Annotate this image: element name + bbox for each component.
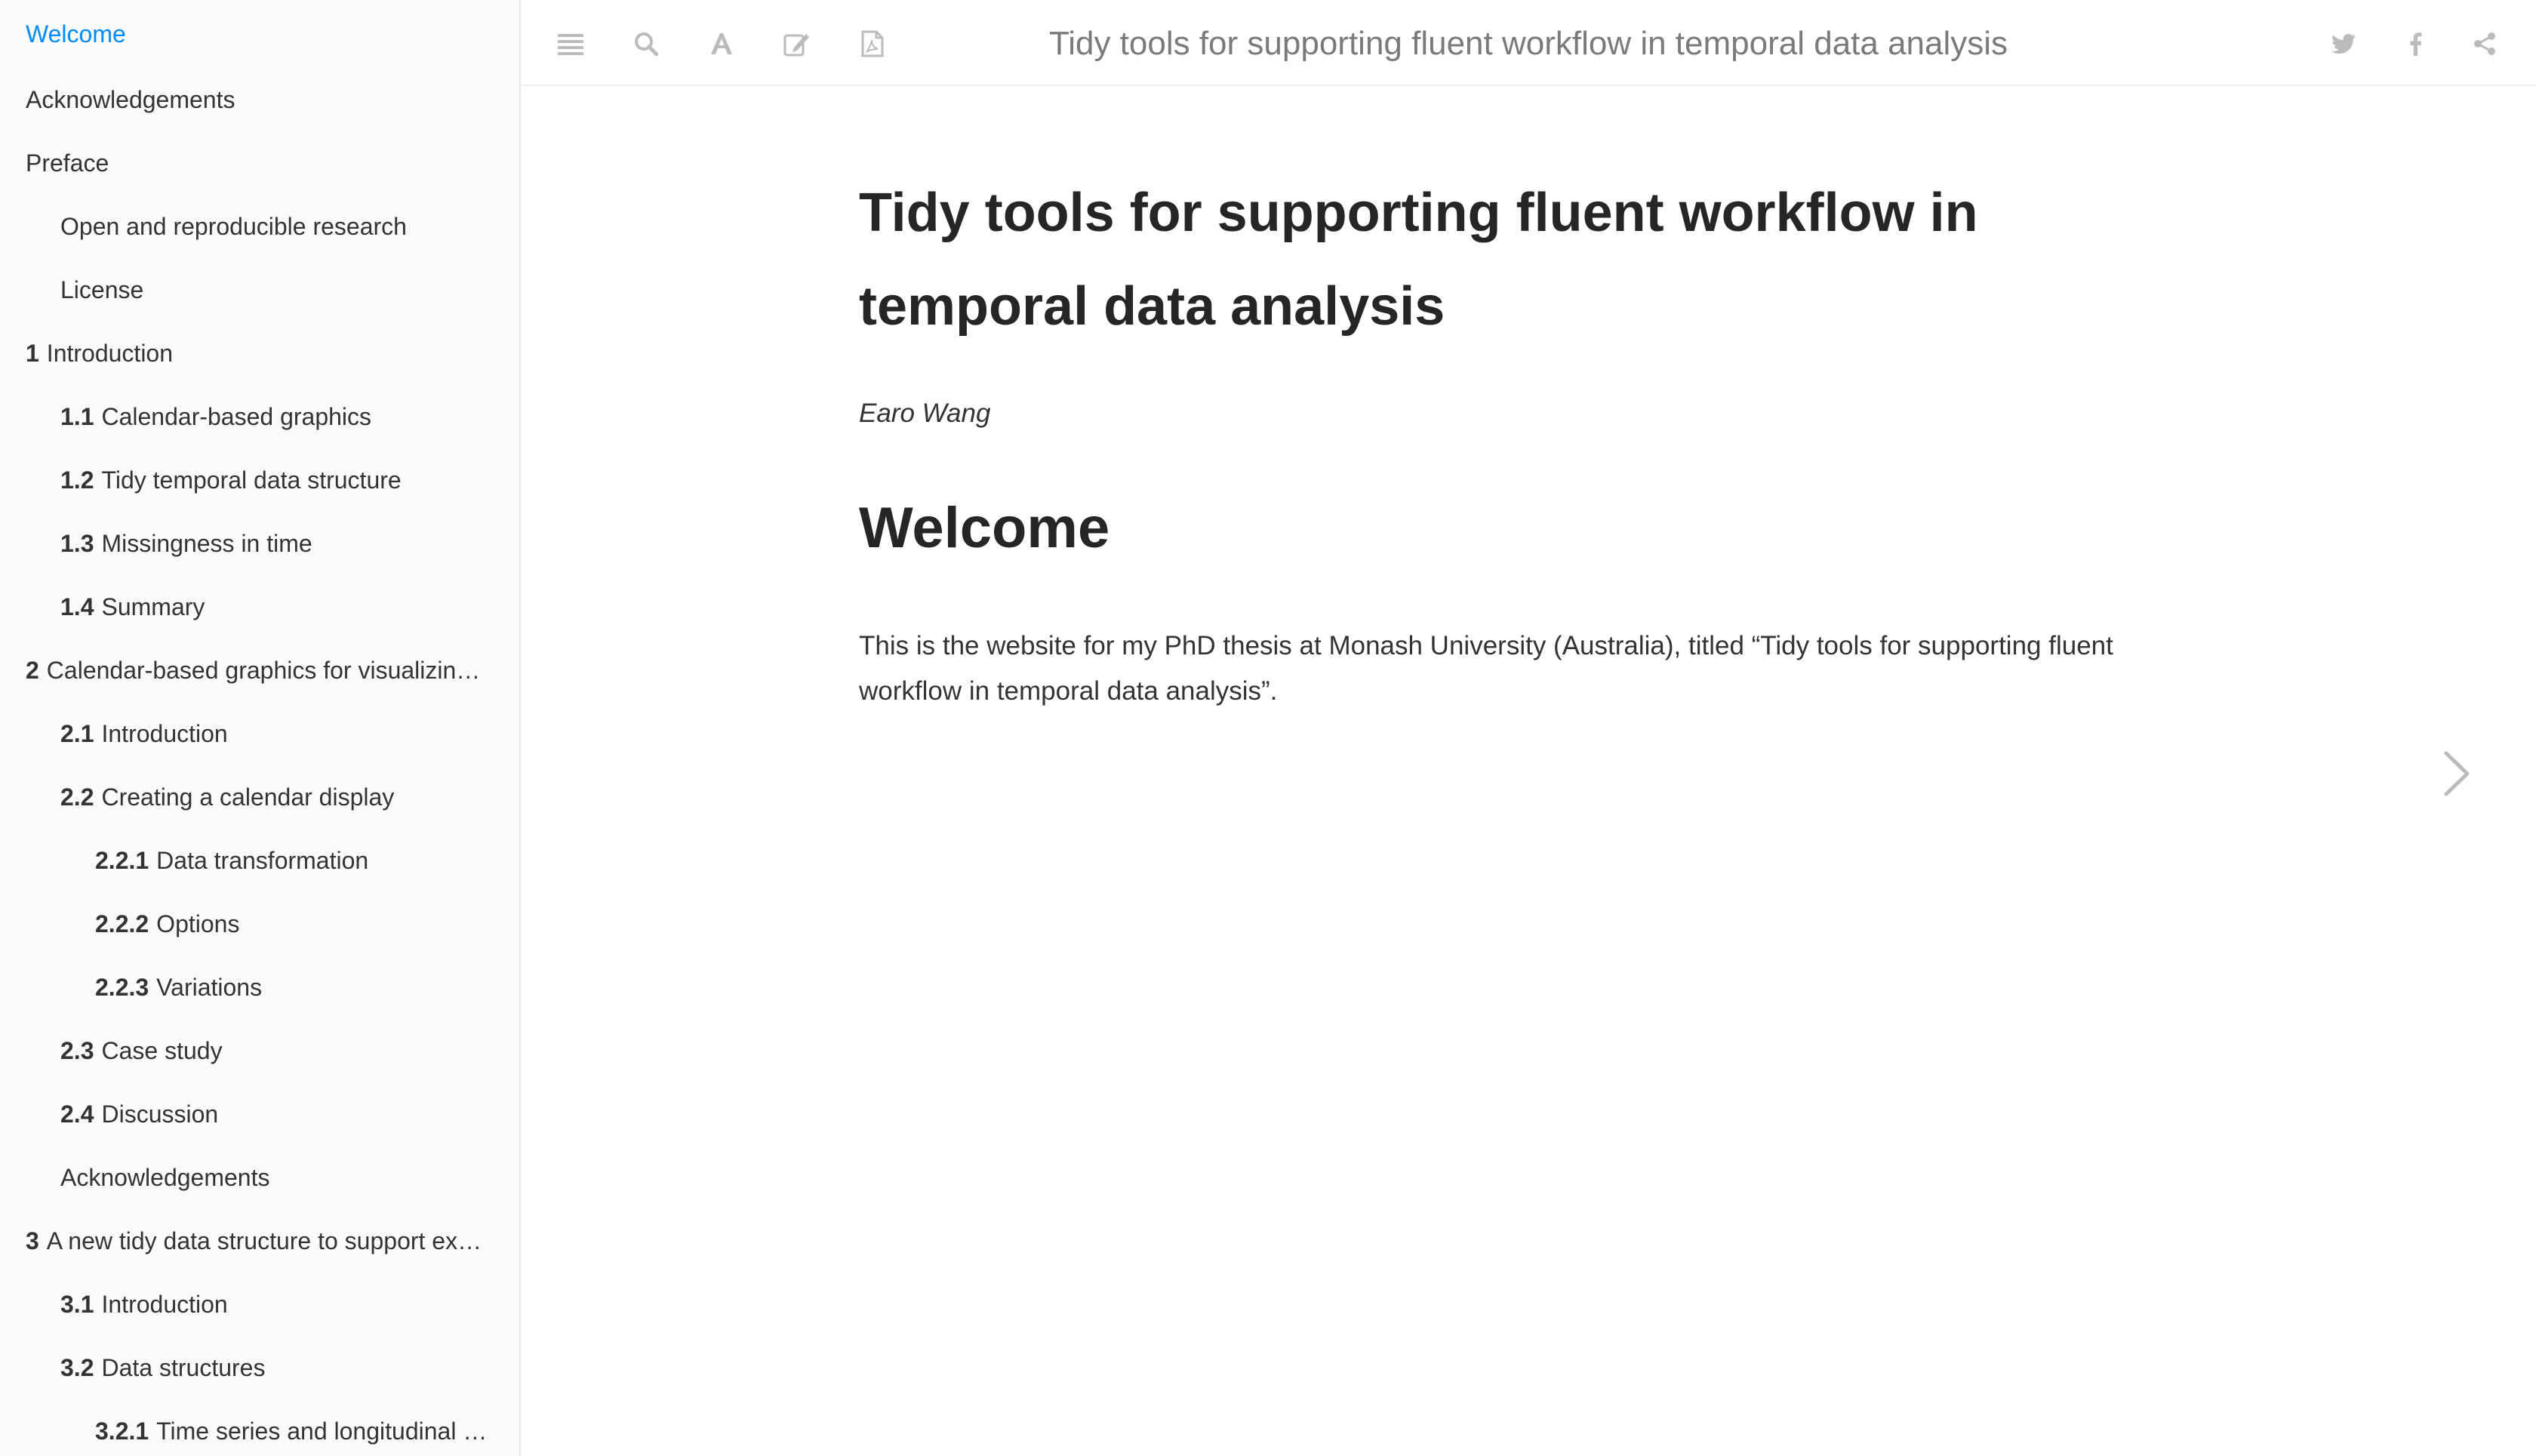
sidebar-item-label: Acknowledgements [26, 86, 235, 113]
sidebar-item[interactable]: 3.1 Introduction [0, 1273, 519, 1336]
sidebar-item-number: 2.4 [60, 1100, 94, 1128]
sidebar-item-label: Data structures [101, 1354, 266, 1381]
sidebar-item-label: Missingness in time [101, 530, 312, 557]
sidebar-item[interactable]: 3.2.1 Time series and longitudinal data [0, 1399, 519, 1456]
sidebar-item[interactable]: Acknowledgements [0, 1146, 519, 1209]
sidebar-item-label: Calendar-based graphics [101, 403, 372, 430]
sidebar-item-label: Introduction [46, 340, 174, 367]
sidebar-item[interactable]: 1.4 Summary [0, 575, 519, 639]
sidebar-item-number: 1 [26, 340, 39, 367]
main-content: Tidy tools for supporting fluent workflo… [859, 166, 2157, 714]
sidebar-item-label: Summary [101, 593, 205, 620]
sidebar-item[interactable]: 2.1 Introduction [0, 702, 519, 765]
sidebar-item-number: 1.4 [60, 593, 94, 620]
sidebar-item-number: 3.1 [60, 1291, 94, 1318]
facebook-icon[interactable] [2393, 21, 2438, 66]
sidebar-item-label: Open and reproducible research [60, 213, 407, 240]
sidebar-item-label: Calendar-based graphics for visualizing … [46, 657, 519, 684]
sidebar-item[interactable]: 2 Calendar-based graphics for visualizing… [0, 639, 519, 702]
sidebar-item[interactable]: 3 A new tidy data structure to support ex… [0, 1209, 519, 1273]
sidebar-item[interactable]: Preface [0, 131, 519, 195]
sidebar-item-number: 2.2.3 [95, 974, 149, 1001]
sidebar-item[interactable]: 2.4 Discussion [0, 1082, 519, 1146]
sidebar-item-number: 2.1 [60, 720, 94, 747]
sidebar-item[interactable]: Welcome [0, 0, 519, 68]
share-icon[interactable] [2462, 21, 2507, 66]
sidebar-item-label: Discussion [101, 1100, 219, 1128]
page-title: Tidy tools for supporting fluent workflo… [859, 183, 1978, 337]
sidebar-item-number: 3 [26, 1227, 39, 1254]
sidebar-item-label: Case study [101, 1037, 223, 1064]
sidebar-item[interactable]: 3.2 Data structures [0, 1336, 519, 1399]
sidebar-item-number: 2 [26, 657, 39, 684]
sidebar-item-number: 2.2.1 [95, 847, 149, 874]
sidebar-item-label: Acknowledgements [60, 1164, 270, 1191]
sidebar-item-number: 3.2 [60, 1354, 94, 1381]
sidebar-item-label: Options [156, 910, 240, 937]
book-title: Tidy tools for supporting fluent workflo… [1048, 25, 2008, 62]
sidebar-item[interactable]: Open and reproducible research [0, 195, 519, 258]
sidebar-item-label: Tidy temporal data structure [101, 466, 402, 494]
sidebar-item-label: Variations [156, 974, 263, 1001]
sidebar-item-number: 3.2.1 [95, 1418, 149, 1445]
sidebar-item[interactable]: 2.2.1 Data transformation [0, 829, 519, 892]
sidebar-item[interactable]: License [0, 258, 519, 322]
sidebar-item-label: Data transformation [156, 847, 369, 874]
sidebar-item-label: Preface [26, 149, 109, 177]
sidebar-item-number: 1.1 [60, 403, 94, 430]
sidebar: Welcome Acknowledgements Preface Open and r… [0, 0, 521, 1456]
sidebar-item[interactable]: 1.3 Missingness in time [0, 512, 519, 575]
sidebar-item-number: 2.2 [60, 783, 94, 811]
sidebar-item[interactable]: 2.2.3 Variations [0, 956, 519, 1019]
table-of-contents: Welcome Acknowledgements Preface Open and r… [0, 0, 519, 1456]
sidebar-item-number: 1.2 [60, 466, 94, 494]
sidebar-item-label: Introduction [101, 1291, 228, 1318]
sidebar-item[interactable]: 2.3 Case study [0, 1019, 519, 1082]
toolbar: Tidy tools for supporting fluent workflo… [521, 0, 2536, 86]
sidebar-item-number: 2.3 [60, 1037, 94, 1064]
sidebar-item[interactable]: 1.2 Tidy temporal data structure [0, 448, 519, 512]
sidebar-item-number: 1.3 [60, 530, 94, 557]
author: Earo Wang [859, 399, 991, 428]
sidebar-item-label: Welcome [26, 20, 126, 48]
sidebar-item-label: License [60, 276, 144, 303]
sidebar-item-label: Introduction [101, 720, 228, 747]
sidebar-item-label: Time series and longitudinal data [156, 1418, 510, 1445]
sidebar-item-label: A new tidy data structure to support exp… [46, 1227, 519, 1254]
sidebar-item[interactable]: 2.2.2 Options [0, 892, 519, 956]
sidebar-item[interactable]: Acknowledgements [0, 68, 519, 131]
sidebar-item[interactable]: 1 Introduction [0, 322, 519, 385]
sidebar-item-label: Creating a calendar display [101, 783, 395, 811]
chevron-right-icon[interactable] [2430, 743, 2483, 804]
twitter-icon[interactable] [2322, 21, 2367, 66]
section-heading: Welcome [859, 496, 1110, 560]
sidebar-item[interactable]: 2.2 Creating a calendar display [0, 765, 519, 829]
sidebar-item-number: 2.2.2 [95, 910, 149, 937]
body-paragraph: This is the website for my PhD thesis at… [859, 630, 2113, 706]
sidebar-item[interactable]: 1.1 Calendar-based graphics [0, 385, 519, 448]
